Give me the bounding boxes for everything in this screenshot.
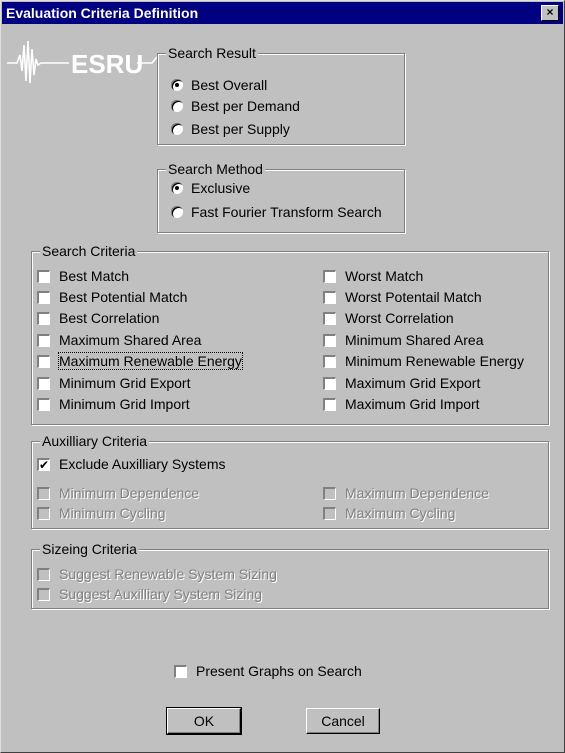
check-max-cycling: Maximum Cycling [323, 504, 455, 522]
checkbox[interactable] [323, 377, 336, 390]
checkbox[interactable] [37, 377, 50, 390]
radio-best-overall[interactable]: Best Overall [171, 76, 267, 94]
radio-button-selected[interactable] [171, 79, 183, 91]
checkbox-label: Maximum Grid Export [345, 375, 481, 391]
check-min-dependence: Minimum Dependence [37, 484, 199, 502]
radio-button[interactable] [171, 206, 183, 218]
checkbox[interactable] [37, 355, 50, 368]
checkbox[interactable] [174, 665, 187, 678]
checkbox-label: Minimum Renewable Energy [345, 353, 524, 369]
checkbox[interactable] [323, 270, 336, 283]
check-max-grid-import[interactable]: Maximum Grid Import [323, 395, 480, 413]
radio-label: Fast Fourier Transform Search [191, 204, 382, 220]
sizing-criteria-legend: Sizeing Criteria [40, 541, 139, 557]
checkbox-label: Exclude Auxilliary Systems [59, 456, 226, 472]
checkbox-label: Worst Match [345, 268, 424, 284]
dialog-window: Evaluation Criteria Definition × ESRU Se… [0, 0, 565, 753]
checkbox[interactable] [323, 355, 336, 368]
auxilliary-criteria-legend: Auxilliary Criteria [40, 433, 150, 449]
checkbox-disabled [37, 487, 50, 500]
check-max-renewable-energy[interactable]: Maximum Renewable Energy [37, 352, 243, 370]
check-exclude-auxilliary[interactable]: Exclude Auxilliary Systems [37, 455, 226, 474]
check-worst-potential-match[interactable]: Worst Potentail Match [323, 288, 482, 306]
checkbox-disabled [37, 507, 50, 520]
radio-button-selected[interactable] [171, 182, 183, 194]
check-min-cycling: Minimum Cycling [37, 504, 166, 522]
checkbox-label: Minimum Cycling [59, 505, 166, 521]
radio-button[interactable] [171, 100, 183, 112]
checkbox-disabled [37, 588, 50, 601]
search-criteria-legend: Search Criteria [40, 243, 138, 259]
checkbox-label: Maximum Shared Area [59, 332, 202, 348]
check-max-dependence: Maximum Dependence [323, 484, 489, 502]
check-min-renewable-energy[interactable]: Minimum Renewable Energy [323, 352, 524, 370]
radio-fft-search[interactable]: Fast Fourier Transform Search [171, 203, 382, 221]
checkbox-checked[interactable] [37, 456, 50, 474]
ok-button[interactable]: OK [166, 707, 242, 735]
check-best-correlation[interactable]: Best Correlation [37, 309, 159, 327]
checkbox[interactable] [323, 398, 336, 411]
checkbox-label: Best Potential Match [59, 289, 188, 305]
checkbox-disabled [323, 487, 336, 500]
checkbox-label: Best Correlation [59, 310, 160, 326]
checkbox-label: Minimum Dependence [59, 485, 200, 501]
checkbox-label: Worst Correlation [345, 310, 454, 326]
checkbox[interactable] [37, 291, 50, 304]
radio-label: Exclusive [191, 180, 251, 196]
radio-button[interactable] [171, 123, 183, 135]
search-result-legend: Search Result [166, 45, 258, 61]
check-suggest-auxilliary-sizing: Suggest Auxilliary System Sizing [37, 585, 262, 603]
check-worst-match[interactable]: Worst Match [323, 267, 423, 285]
checkbox[interactable] [37, 312, 50, 325]
checkbox-label: Maximum Grid Import [345, 396, 480, 412]
checkbox-label: Worst Potentail Match [345, 289, 482, 305]
checkbox-label: Maximum Cycling [345, 505, 456, 521]
check-max-shared-area[interactable]: Maximum Shared Area [37, 331, 201, 349]
check-best-match[interactable]: Best Match [37, 267, 129, 285]
search-method-legend: Search Method [166, 161, 265, 177]
checkbox[interactable] [37, 398, 50, 411]
checkbox-label: Maximum Dependence [345, 485, 489, 501]
checkbox[interactable] [37, 270, 50, 283]
checkbox[interactable] [323, 312, 336, 325]
checkbox-label: Maximum Renewable Energy [58, 352, 243, 370]
check-suggest-renewable-sizing: Suggest Renewable System Sizing [37, 565, 277, 583]
check-present-graphs[interactable]: Present Graphs on Search [174, 662, 362, 680]
checkbox-label: Minimum Grid Export [59, 375, 191, 391]
checkbox-label: Suggest Renewable System Sizing [59, 566, 277, 582]
checkbox-disabled [37, 568, 50, 581]
logo-text: ESRU [71, 49, 143, 79]
check-min-shared-area[interactable]: Minimum Shared Area [323, 331, 484, 349]
radio-best-per-demand[interactable]: Best per Demand [171, 97, 300, 115]
check-worst-correlation[interactable]: Worst Correlation [323, 309, 454, 327]
radio-label: Best per Demand [191, 98, 300, 114]
check-best-potential-match[interactable]: Best Potential Match [37, 288, 187, 306]
close-button[interactable]: × [541, 5, 559, 21]
checkbox-label: Minimum Grid Import [59, 396, 190, 412]
checkbox-label: Minimum Shared Area [345, 332, 484, 348]
checkbox-label: Best Match [59, 268, 130, 284]
checkbox[interactable] [323, 334, 336, 347]
checkbox-disabled [323, 507, 336, 520]
radio-best-per-supply[interactable]: Best per Supply [171, 120, 290, 138]
checkbox-label: Present Graphs on Search [196, 663, 362, 679]
check-min-grid-export[interactable]: Minimum Grid Export [37, 374, 190, 392]
checkbox[interactable] [323, 291, 336, 304]
radio-label: Best per Supply [191, 121, 290, 137]
checkbox[interactable] [37, 334, 50, 347]
cancel-button[interactable]: Cancel [306, 708, 380, 734]
check-min-grid-import[interactable]: Minimum Grid Import [37, 395, 190, 413]
check-max-grid-export[interactable]: Maximum Grid Export [323, 374, 480, 392]
checkbox-label: Suggest Auxilliary System Sizing [59, 586, 263, 602]
title-bar[interactable]: Evaluation Criteria Definition × [2, 2, 563, 24]
radio-exclusive[interactable]: Exclusive [171, 179, 250, 197]
window-title: Evaluation Criteria Definition [6, 5, 199, 21]
radio-label: Best Overall [191, 77, 268, 93]
esru-logo: ESRU [7, 40, 157, 84]
